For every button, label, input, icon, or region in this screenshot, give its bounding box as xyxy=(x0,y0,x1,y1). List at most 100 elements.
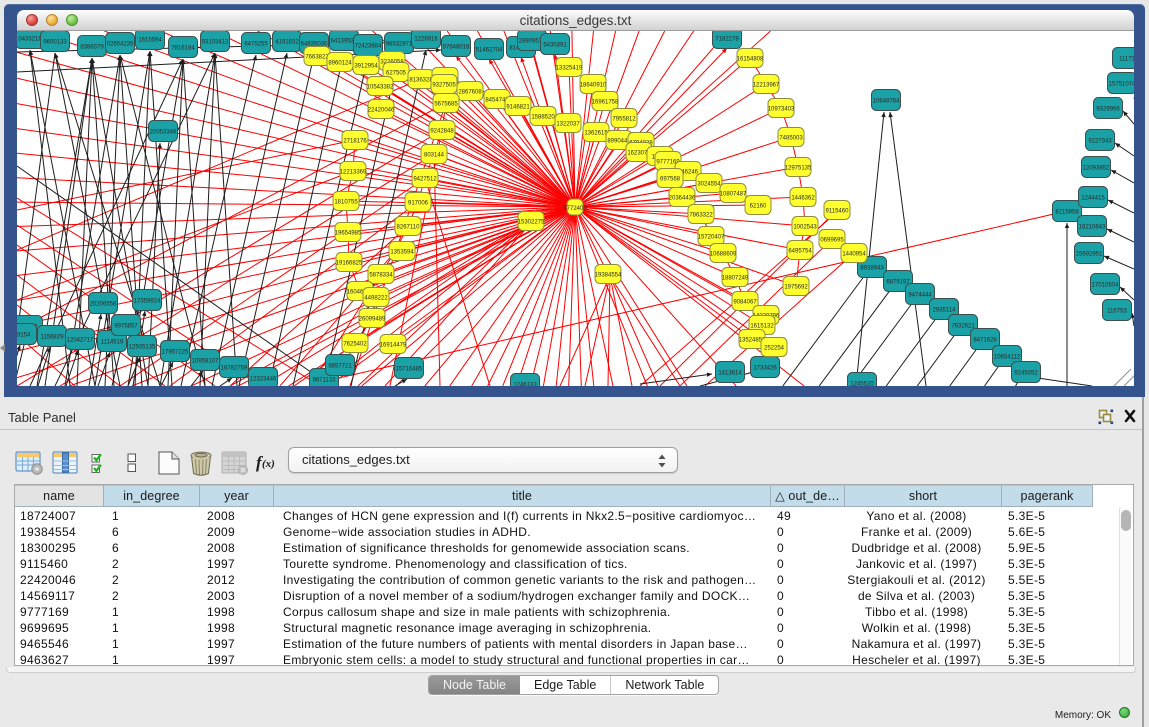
svg-text:6495754: 6495754 xyxy=(788,249,812,255)
svg-text:3024554: 3024554 xyxy=(697,182,721,188)
svg-text:9671133: 9671133 xyxy=(313,378,337,384)
svg-text:4192832: 4192832 xyxy=(275,40,299,46)
svg-text:1322037: 1322037 xyxy=(556,122,580,128)
svg-text:917006: 917006 xyxy=(408,201,429,207)
svg-text:17957225: 17957225 xyxy=(162,350,189,356)
svg-text:62160: 62160 xyxy=(750,204,767,210)
svg-text:39154: 39154 xyxy=(17,333,31,339)
svg-text:1156829: 1156829 xyxy=(41,335,65,341)
svg-text:15751074: 15751074 xyxy=(1109,82,1134,88)
svg-text:12505135: 12505135 xyxy=(129,345,156,351)
svg-text:3912954: 3912954 xyxy=(354,64,378,70)
svg-text:10648784: 10648784 xyxy=(873,99,900,105)
svg-text:5675685: 5675685 xyxy=(434,102,458,108)
svg-text:19654985: 19654985 xyxy=(335,231,362,237)
svg-text:9975857: 9975857 xyxy=(114,324,138,330)
svg-text:15302275: 15302275 xyxy=(518,220,545,226)
svg-text:4498222: 4498222 xyxy=(364,296,388,302)
svg-text:1002543: 1002543 xyxy=(793,225,817,231)
svg-text:252254: 252254 xyxy=(764,346,785,352)
svg-text:1413614: 1413614 xyxy=(718,371,742,377)
svg-text:(x): (x) xyxy=(262,458,275,470)
svg-text:8960124: 8960124 xyxy=(328,61,352,67)
svg-text:697568: 697568 xyxy=(660,177,681,183)
svg-text:1733426: 1733426 xyxy=(753,366,777,372)
svg-text:18807249: 18807249 xyxy=(722,276,749,282)
svg-text:1353594: 1353594 xyxy=(390,250,414,256)
svg-text:16914479: 16914479 xyxy=(380,343,407,349)
svg-text:16154808: 16154808 xyxy=(737,57,764,63)
svg-text:9857721: 9857721 xyxy=(328,364,352,370)
svg-text:26099489: 26099489 xyxy=(359,317,386,323)
svg-text:15716485: 15716485 xyxy=(396,367,423,373)
svg-text:627505: 627505 xyxy=(386,71,407,77)
svg-text:2935114: 2935114 xyxy=(933,308,957,314)
svg-text:97848018: 97848018 xyxy=(443,45,470,51)
svg-text:8136328: 8136328 xyxy=(409,78,433,84)
svg-text:5430391: 5430391 xyxy=(543,43,567,49)
svg-text:1440954: 1440954 xyxy=(842,252,866,258)
svg-text:13325419: 13325419 xyxy=(556,66,583,72)
svg-text:9146821: 9146821 xyxy=(506,105,530,111)
svg-text:9242848: 9242848 xyxy=(430,129,454,135)
svg-text:10543382: 10543382 xyxy=(367,85,394,91)
svg-text:20053346: 20053346 xyxy=(150,130,177,136)
svg-text:2718176: 2718176 xyxy=(343,139,367,145)
svg-text:7485003: 7485003 xyxy=(779,136,803,142)
svg-text:10958107: 10958107 xyxy=(192,359,219,365)
svg-text:1588520: 1588520 xyxy=(531,115,555,121)
svg-text:1446362: 1446362 xyxy=(791,196,815,202)
svg-text:1810755: 1810755 xyxy=(334,200,358,206)
svg-text:10654112: 10654112 xyxy=(994,355,1021,361)
svg-text:18640910: 18640910 xyxy=(580,83,607,89)
svg-text:96532871: 96532871 xyxy=(386,42,413,48)
svg-text:8215958: 8215958 xyxy=(1055,210,1079,216)
svg-text:1114519: 1114519 xyxy=(101,340,124,346)
svg-text:1615594: 1615594 xyxy=(138,38,162,44)
svg-text:8386379: 8386379 xyxy=(80,45,104,51)
svg-text:1772400: 1772400 xyxy=(563,206,587,212)
svg-text:7625402: 7625402 xyxy=(343,342,367,348)
svg-text:5878334: 5878334 xyxy=(369,273,393,279)
svg-text:20206556: 20206556 xyxy=(90,302,117,308)
svg-text:803144: 803144 xyxy=(424,153,445,159)
svg-text:10807487: 10807487 xyxy=(720,192,747,198)
svg-text:1975692: 1975692 xyxy=(784,285,808,291)
svg-text:9329966: 9329966 xyxy=(1096,107,1120,113)
svg-text:7816184: 7816184 xyxy=(171,46,195,52)
svg-text:8938943: 8938943 xyxy=(860,266,884,272)
svg-text:12093852: 12093852 xyxy=(1083,166,1110,172)
svg-text:02654235: 02654235 xyxy=(107,42,134,48)
svg-text:9427512: 9427512 xyxy=(413,177,437,183)
svg-text:15692951: 15692951 xyxy=(1076,252,1103,258)
svg-text:9227343: 9227343 xyxy=(1088,139,1112,145)
svg-text:9245052: 9245052 xyxy=(1014,371,1038,377)
svg-text:93103413: 93103413 xyxy=(202,40,229,46)
svg-text:2867608: 2867608 xyxy=(458,90,482,96)
svg-text:20364436: 20364436 xyxy=(669,196,696,202)
svg-text:1245520: 1245520 xyxy=(850,382,874,387)
svg-text:11172: 11172 xyxy=(1119,57,1134,63)
svg-text:7632621: 7632621 xyxy=(951,324,975,330)
svg-text:8267110: 8267110 xyxy=(397,225,421,231)
svg-text:10688609: 10688609 xyxy=(710,252,737,258)
svg-text:0433218: 0433218 xyxy=(18,37,42,43)
svg-text:51462704: 51462704 xyxy=(476,48,503,54)
svg-text:7663822: 7663822 xyxy=(305,55,329,61)
svg-text:10973403: 10973403 xyxy=(768,107,795,113)
svg-text:16210643: 16210643 xyxy=(1079,225,1106,231)
svg-text:16961758: 16961758 xyxy=(592,100,619,106)
svg-text:12975135: 12975135 xyxy=(785,166,812,172)
svg-text:12323446: 12323446 xyxy=(250,377,277,383)
svg-text:1244415: 1244415 xyxy=(1081,196,1105,202)
svg-text:8471626: 8471626 xyxy=(973,338,997,344)
svg-text:9084067: 9084067 xyxy=(733,300,757,306)
svg-text:9115460: 9115460 xyxy=(826,209,850,215)
svg-text:1362615: 1362615 xyxy=(584,131,608,137)
svg-text:7955812: 7955812 xyxy=(612,117,636,123)
svg-text:12042717: 12042717 xyxy=(67,338,94,344)
svg-text:6475255: 6475255 xyxy=(244,42,268,48)
svg-text:1226916: 1226916 xyxy=(414,37,438,43)
svg-text:1615132: 1615132 xyxy=(750,324,774,330)
svg-text:0699695: 0699695 xyxy=(820,238,844,244)
